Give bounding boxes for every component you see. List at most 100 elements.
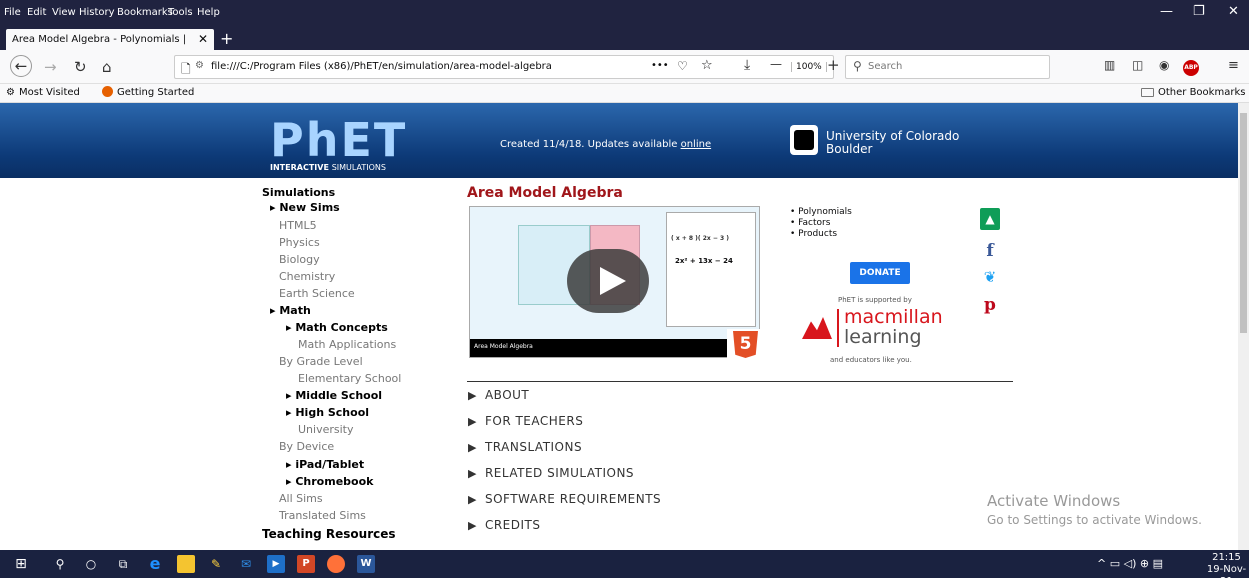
facebook-icon[interactable]: f [980,241,1000,263]
thumb-footer-title: Area Model Algebra [474,343,533,350]
cu-logo-icon[interactable] [790,125,818,155]
section-credits[interactable]: ▶ CREDITS [468,518,541,532]
logo-sub: SIMULATIONS [331,163,386,172]
paint-icon[interactable]: ✎ [207,555,225,573]
download-icon[interactable]: ⤓ [744,57,750,73]
task-view-icon[interactable]: ⧉ [114,555,132,573]
nav-chromebook[interactable]: ▸ Chromebook [286,475,373,488]
nav-ipad-tablet[interactable]: ▸ iPad/Tablet [286,458,364,471]
zoom-level[interactable]: 100% [791,62,827,72]
powerpoint-icon[interactable]: P [297,555,315,573]
close-window-button[interactable]: ✕ [1228,4,1239,19]
menu-view[interactable]: View [52,7,76,18]
url-text[interactable]: file:///C:/Program Files (x86)/PhET/en/s… [211,61,641,72]
gear-icon: ⚙ [6,87,15,98]
phet-header: PhET INTERACTIVE SIMULATIONS Created 11/… [0,103,1238,178]
twitter-icon[interactable]: ❦ [980,268,1000,290]
nav-simulations[interactable]: Simulations [262,186,335,199]
nav-university[interactable]: University [298,423,354,436]
nav-new-sims[interactable]: ▸ New Sims [270,201,340,214]
menu-help[interactable]: Help [197,7,220,18]
new-tab-button[interactable]: + [220,29,233,48]
clock[interactable]: 21:15 19-Nov-21 [1204,552,1249,588]
bookmark-most-visited[interactable]: Most Visited [19,87,80,98]
file-explorer-icon[interactable] [177,555,195,573]
nav-math-applications[interactable]: Math Applications [298,338,396,351]
educators-text: and educators like you. [830,356,912,364]
home-icon[interactable]: ⌂ [102,58,112,76]
nav-all-sims[interactable]: All Sims [279,492,323,505]
cu-name[interactable]: University of Colorado Boulder [826,130,976,156]
nav-middle-school[interactable]: ▸ Middle School [286,389,382,402]
nav-chemistry[interactable]: Chemistry [279,270,335,283]
topic-item: • Polynomials [790,207,852,217]
account-icon[interactable]: ◉ [1159,58,1169,72]
tab-area-model-algebra[interactable]: Area Model Algebra - Polynomials | ✕ [6,29,214,50]
macmillan-logo[interactable]: macmillan learning [800,307,970,354]
nav-teaching-resources[interactable]: Teaching Resources [262,527,396,541]
nav-math-concepts[interactable]: ▸ Math Concepts [286,321,388,334]
pinterest-icon[interactable]: p [980,295,1000,317]
scrollbar[interactable] [1238,103,1249,550]
section-about[interactable]: ▶ ABOUT [468,388,529,402]
google-classroom-icon[interactable]: ▲ [980,208,1000,230]
nav-translated-sims[interactable]: Translated Sims [279,509,366,522]
play-icon[interactable] [567,249,649,313]
url-bar[interactable]: 🗋 ⚙ file:///C:/Program Files (x86)/PhET/… [174,55,834,79]
library-icon[interactable]: ▥ [1104,58,1115,72]
pocket-icon[interactable]: ♡ [677,59,688,73]
page-actions-icon[interactable]: ••• [651,60,669,71]
zoom-out-button[interactable]: — [770,57,782,71]
online-link[interactable]: online [681,139,712,150]
hamburger-menu-icon[interactable]: ≡ [1228,58,1239,73]
nav-elementary-school[interactable]: Elementary School [298,372,401,385]
tab-bar: Area Model Algebra - Polynomials | ✕ + [0,28,1249,50]
menu-bookmarks[interactable]: Bookmarks [117,7,173,18]
maximize-button[interactable]: ❐ [1193,4,1205,19]
tab-close-icon[interactable]: ✕ [198,32,208,46]
nav-html5[interactable]: HTML5 [279,219,317,232]
scrollbar-thumb[interactable] [1240,113,1247,333]
back-icon[interactable]: ← [10,55,32,77]
menu-file[interactable]: File [4,7,21,18]
sim-title: Area Model Algebra [467,185,623,201]
thumb-panel: ( x + 8 )( 2x − 3 ) 2x² + 13x − 24 [666,212,756,327]
phet-logo[interactable]: PhET INTERACTIVE SIMULATIONS [270,117,418,173]
search-icon[interactable]: ⚲ [51,555,69,573]
menu-edit[interactable]: Edit [27,7,46,18]
nav-by-device[interactable]: By Device [279,440,334,453]
edge-icon[interactable]: e [146,555,164,573]
reload-icon[interactable]: ↻ [74,58,87,76]
donate-button[interactable]: DONATE [850,262,910,284]
sidebar-icon[interactable]: ◫ [1132,58,1143,72]
nav-by-grade-level[interactable]: By Grade Level [279,355,363,368]
permissions-icon[interactable]: ⚙ [195,60,204,71]
section-software-requirements[interactable]: ▶ SOFTWARE REQUIREMENTS [468,492,661,506]
search-bar[interactable]: ⚲ Search [845,55,1050,79]
section-related-simulations[interactable]: ▶ RELATED SIMULATIONS [468,466,634,480]
bookmark-other[interactable]: Other Bookmarks [1158,87,1245,98]
windows-start-icon[interactable]: ⊞ [12,555,30,573]
word-icon[interactable]: W [357,555,375,573]
firefox-taskbar-icon[interactable] [327,555,345,573]
menu-history[interactable]: History [79,7,115,18]
sim-thumbnail[interactable]: ( x + 8 )( 2x − 3 ) 2x² + 13x − 24 Area … [469,206,760,358]
nav-high-school[interactable]: ▸ High School [286,406,369,419]
zoom-in-button[interactable]: + [827,56,840,74]
nav-math[interactable]: ▸ Math [270,304,311,317]
cortana-icon[interactable]: ○ [82,555,100,573]
nav-earth-science[interactable]: Earth Science [279,287,355,300]
bookmark-star-icon[interactable]: ☆ [701,58,713,73]
adblock-icon[interactable]: ABP [1183,60,1199,76]
nav-physics[interactable]: Physics [279,236,320,249]
system-tray[interactable]: ^ ▭ ◁) ⊕ ▤ [1097,557,1163,570]
minimize-button[interactable]: — [1160,4,1173,19]
media-player-icon[interactable]: ▶ [267,555,285,573]
mail-icon[interactable]: ✉ [237,555,255,573]
forward-icon[interactable]: → [44,58,57,76]
bookmark-getting-started[interactable]: Getting Started [117,87,194,98]
section-translations[interactable]: ▶ TRANSLATIONS [468,440,582,454]
section-for-teachers[interactable]: ▶ FOR TEACHERS [468,414,583,428]
nav-biology[interactable]: Biology [279,253,320,266]
menu-tools[interactable]: Tools [168,7,193,18]
